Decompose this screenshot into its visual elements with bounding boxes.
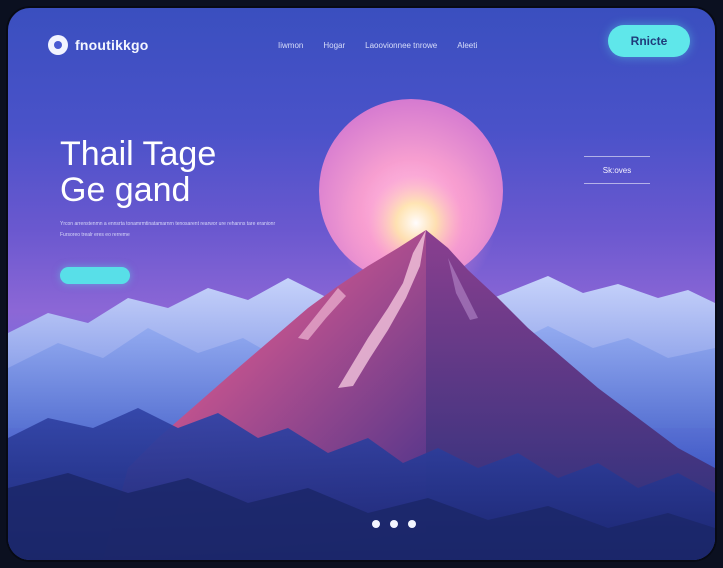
mountain-scene — [8, 99, 715, 560]
menu-item-1[interactable]: Iiwmon — [278, 41, 303, 50]
carousel-dot-2[interactable] — [390, 520, 398, 528]
hero-title: Thail Tage Ge gand — [60, 136, 280, 208]
logo[interactable]: fnoutikkgo — [48, 34, 149, 56]
hero-tag-label: Sk:oves — [584, 156, 650, 184]
menu-item-3[interactable]: Laoovionnee tnrowe — [365, 41, 437, 50]
hero-title-line-2: Ge gand — [60, 171, 191, 209]
carousel-dots — [372, 520, 416, 528]
top-navigation: fnoutikkgo Iiwmon Hogar Laoovionnee tnro… — [8, 8, 715, 78]
menu-item-4[interactable]: Aleeti — [457, 41, 477, 50]
logo-icon — [48, 35, 68, 55]
logo-text: fnoutikkgo — [75, 37, 149, 53]
hero-cta-button[interactable] — [60, 267, 130, 284]
carousel-dot-3[interactable] — [408, 520, 416, 528]
carousel-dot-1[interactable] — [372, 520, 380, 528]
main-menu: Iiwmon Hogar Laoovionnee tnrowe Aleeti — [278, 41, 477, 50]
hero-title-line-1: Thail Tage — [60, 135, 217, 173]
hero-description: Yrcon arrenstenmn a ennsrta tonamrmtinat… — [60, 221, 276, 238]
menu-item-2[interactable]: Hogar — [323, 41, 345, 50]
page-frame: fnoutikkgo Iiwmon Hogar Laoovionnee tnro… — [8, 8, 715, 560]
header-cta-button[interactable]: Rnicte — [608, 25, 690, 57]
